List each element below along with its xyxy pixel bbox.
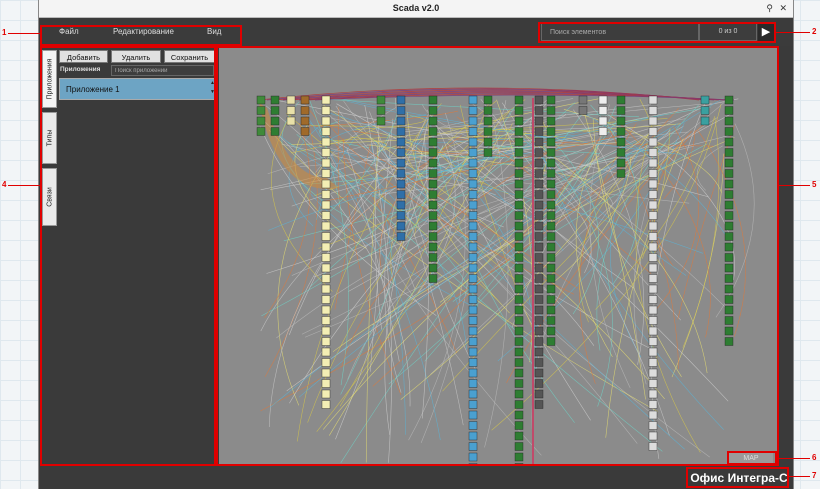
map-button[interactable]: MAP [729,453,773,465]
app-window: Scada v2.0 ⚲ ✕ Файл Редактирование Вид 0… [38,0,794,489]
tab-types[interactable]: Типы [42,112,57,164]
link-graph [256,87,755,466]
applications-list: Приложение 1 ▲ ▼ [59,78,217,100]
add-button[interactable]: Добавить [59,50,108,63]
menu-file[interactable]: Файл [59,27,79,36]
save-button[interactable]: Сохранить [164,50,215,63]
applications-panel: Добавить Удалить Сохранить Приложения Пр… [59,48,217,464]
menu-edit[interactable]: Редактирование [113,27,174,36]
applications-label: Приложения [60,66,101,73]
tab-applications[interactable]: Приложения [42,50,57,108]
scroll-arrows-icon[interactable]: ▲ ▼ [210,79,215,97]
menu-view[interactable]: Вид [207,27,221,36]
tab-links[interactable]: Связи [42,168,57,226]
callout-4: 4 [2,180,7,189]
callout-6: 6 [812,453,817,462]
search-result-count: 0 из 0 [699,23,757,41]
title-bar: Scada v2.0 ⚲ ✕ [39,0,793,18]
graph-canvas[interactable] [219,48,779,466]
window-title: Scada v2.0 [392,3,440,13]
list-item[interactable]: Приложение 1 [66,85,120,94]
callout-7: 7 [812,471,817,480]
applications-search-input[interactable] [111,65,214,76]
close-icon[interactable]: ✕ [779,3,787,13]
element-search: 0 из 0 ▶ [541,23,774,41]
delete-button[interactable]: Удалить [111,50,161,63]
callout-5: 5 [812,180,817,189]
callout-2: 2 [812,27,817,36]
pin-icon[interactable]: ⚲ [766,3,773,13]
office-name: Офис Интегра-С [690,471,788,485]
element-search-input[interactable] [541,23,699,41]
play-icon[interactable]: ▶ [758,23,774,41]
callout-1: 1 [2,28,7,37]
status-bar [39,467,793,489]
